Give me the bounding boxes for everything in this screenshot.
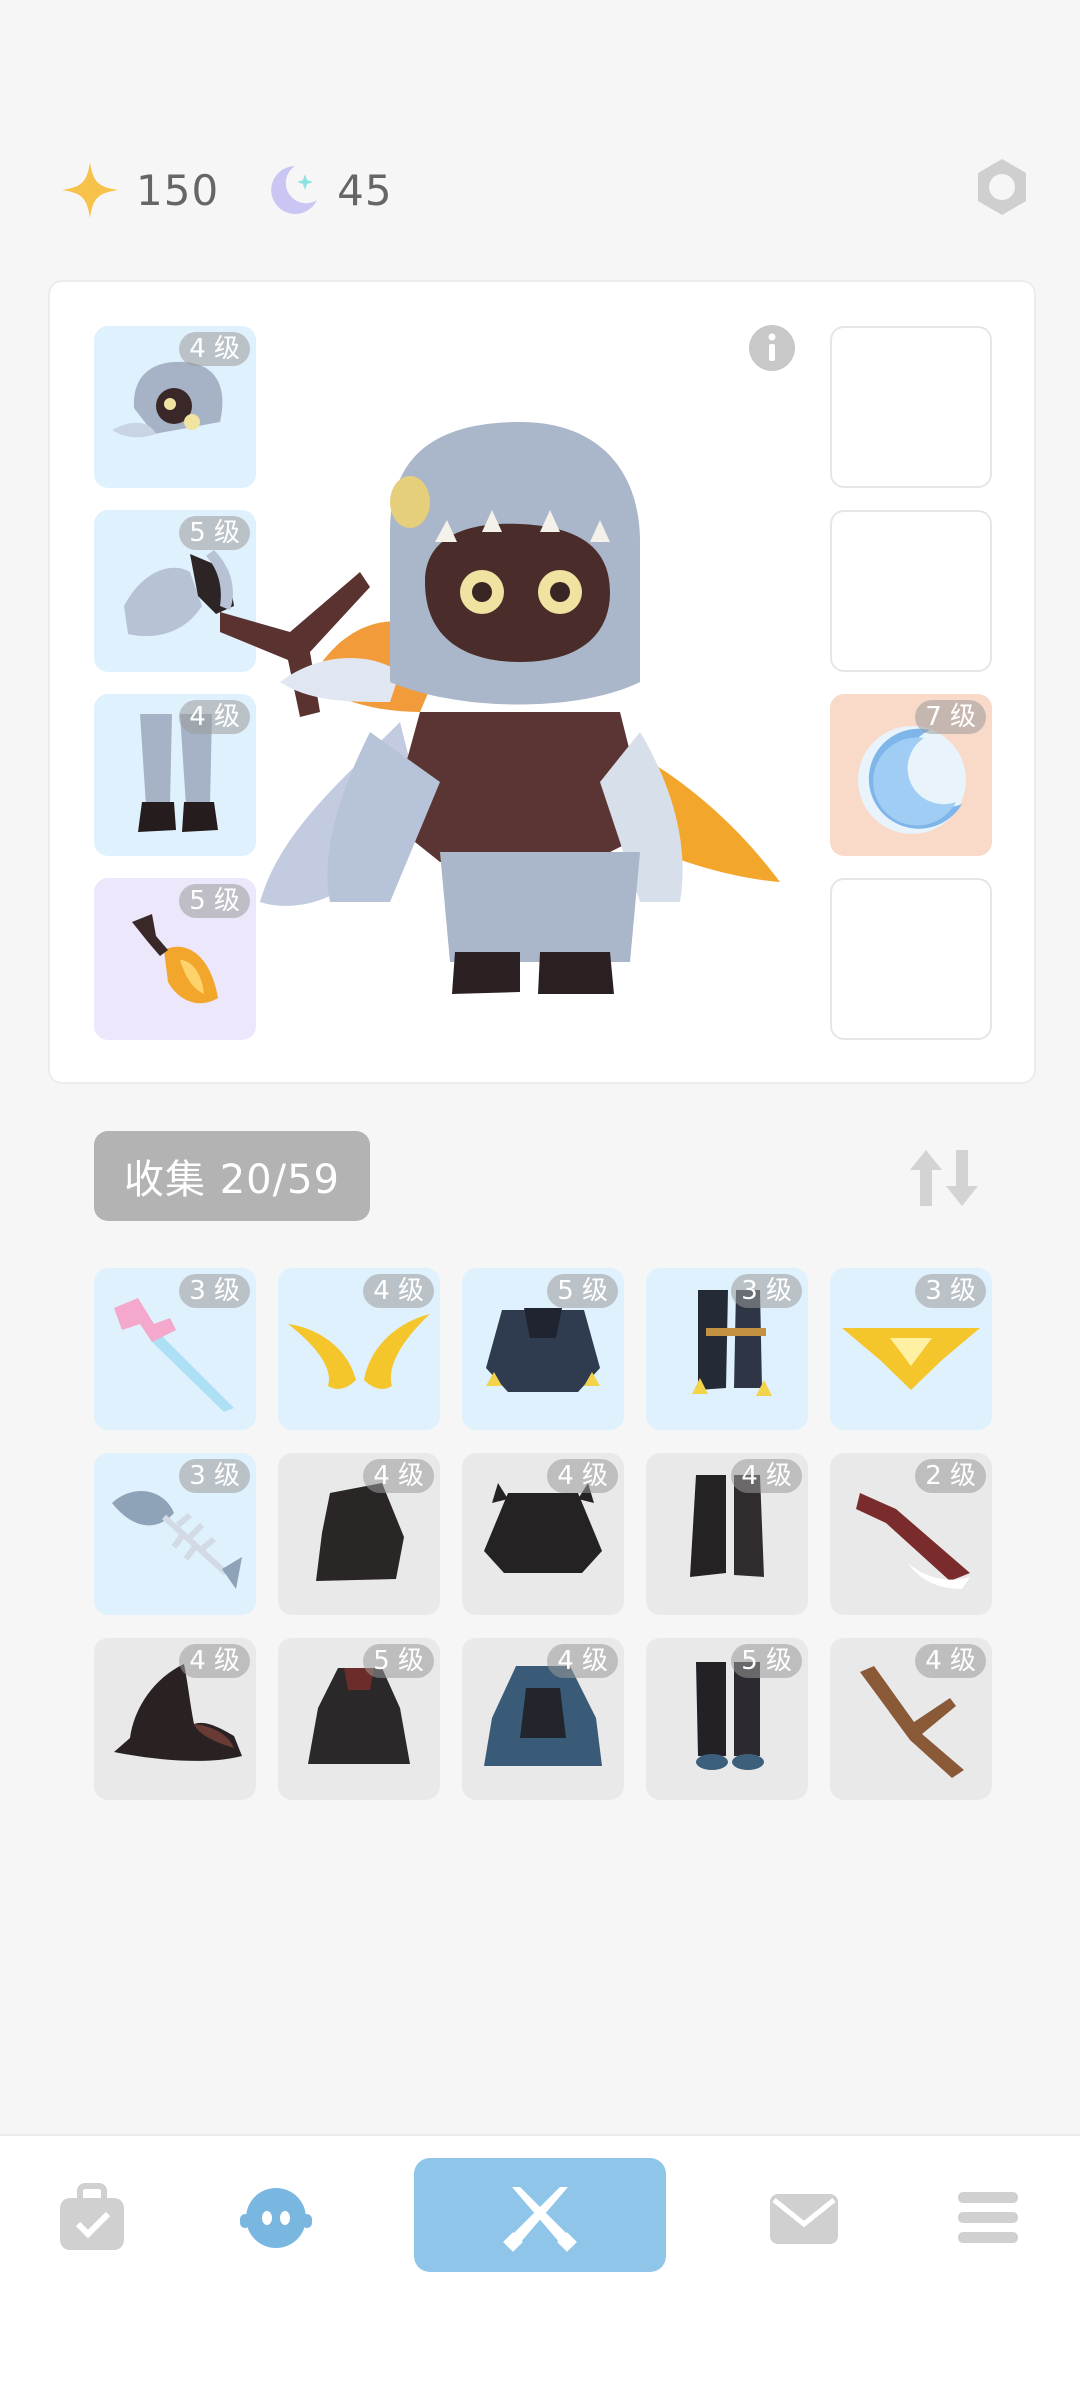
level-badge: 5 级 (547, 1274, 618, 1308)
level-badge: 3 级 (179, 1274, 250, 1308)
battle-swords-icon (503, 2187, 577, 2252)
collection-item[interactable]: 4 级 (278, 1268, 440, 1430)
collection-item[interactable]: 3 级 (94, 1268, 256, 1430)
level-badge: 4 级 (547, 1459, 618, 1493)
level-badge: 4 级 (363, 1459, 434, 1493)
collection-item[interactable]: 4 级 (646, 1453, 808, 1615)
menu-icon[interactable] (948, 2178, 1028, 2258)
collection-item[interactable]: 4 级 (830, 1638, 992, 1800)
level-badge: 2 级 (915, 1459, 986, 1493)
level-badge: 4 级 (179, 1644, 250, 1678)
settings-icon[interactable] (970, 155, 1034, 219)
mail-icon[interactable] (764, 2178, 844, 2258)
level-badge: 5 级 (363, 1644, 434, 1678)
collection-item[interactable]: 4 级 (462, 1638, 624, 1800)
moons-counter: 45 (261, 160, 392, 220)
stars-value: 150 (136, 165, 220, 215)
bottom-nav (0, 2134, 1080, 2387)
level-badge: 3 级 (179, 1459, 250, 1493)
level-badge: 3 级 (915, 1274, 986, 1308)
level-badge: 4 级 (179, 332, 250, 366)
info-icon[interactable] (748, 324, 796, 372)
collection-count-label: 收集 20/59 (124, 1157, 340, 1203)
battle-button[interactable] (414, 2158, 666, 2272)
level-badge: 4 级 (731, 1459, 802, 1493)
collection-count-button[interactable]: 收集 20/59 (94, 1131, 370, 1221)
collection-item[interactable]: 4 级 (94, 1638, 256, 1800)
collection-item[interactable]: 3 级 (94, 1453, 256, 1615)
bag-icon[interactable] (52, 2178, 132, 2258)
moon-icon (271, 166, 318, 214)
level-badge: 4 级 (547, 1644, 618, 1678)
collection-item[interactable]: 5 级 (646, 1638, 808, 1800)
level-badge: 4 级 (363, 1274, 434, 1308)
character-panel: 4 级 5 级 4 级 5 级 7 级 (48, 280, 1036, 1084)
level-badge: 3 级 (731, 1274, 802, 1308)
equipment-screen: 150 45 4 级 5 级 4 级 5 级 7 级 收集 20/59 3 级 … (0, 0, 1080, 2387)
sort-icon[interactable] (906, 1146, 982, 1210)
character-preview (220, 422, 780, 994)
collection-item[interactable]: 4 级 (278, 1453, 440, 1615)
collection-item[interactable]: 3 级 (646, 1268, 808, 1430)
level-badge: 4 级 (915, 1644, 986, 1678)
star-icon (62, 162, 118, 218)
collection-item[interactable]: 4 级 (462, 1453, 624, 1615)
collection-item[interactable]: 5 级 (462, 1268, 624, 1430)
level-badge: 7 级 (915, 700, 986, 734)
level-badge: 5 级 (731, 1644, 802, 1678)
collection-item[interactable]: 5 级 (278, 1638, 440, 1800)
collection-item[interactable]: 3 级 (830, 1268, 992, 1430)
currency-bar: 150 45 (60, 150, 435, 230)
stars-counter: 150 (60, 160, 219, 220)
moons-value: 45 (337, 165, 393, 215)
collection-item[interactable]: 2 级 (830, 1453, 992, 1615)
character-icon[interactable] (236, 2178, 316, 2258)
